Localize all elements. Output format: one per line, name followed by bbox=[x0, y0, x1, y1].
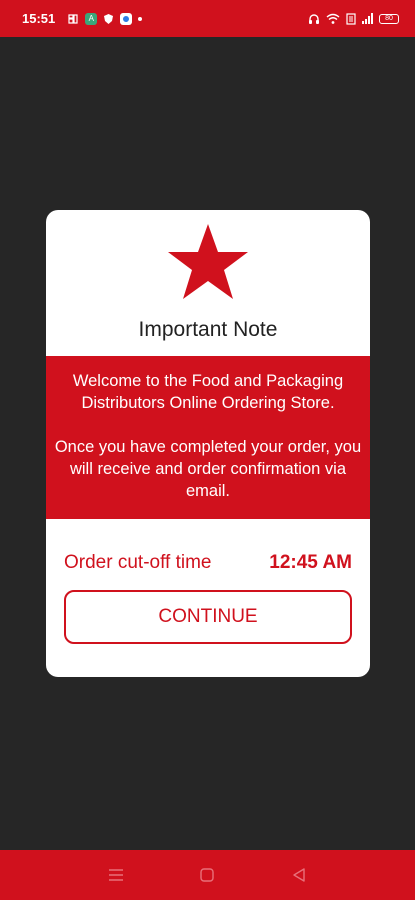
cutoff-row: Order cut-off time 12:45 AM bbox=[64, 552, 352, 574]
menu-icon[interactable] bbox=[101, 860, 131, 890]
status-time: 15:51 bbox=[22, 11, 56, 26]
back-icon[interactable] bbox=[284, 860, 314, 890]
wifi-icon bbox=[326, 13, 340, 24]
status-left: 15:51 A bbox=[22, 11, 143, 26]
navigation-bar bbox=[0, 850, 415, 900]
volte-icon bbox=[346, 12, 356, 25]
notification-shield-icon bbox=[103, 13, 114, 25]
status-right: 80 bbox=[308, 12, 399, 25]
signal-icon bbox=[362, 13, 373, 24]
home-icon[interactable] bbox=[192, 860, 222, 890]
important-note-dialog: Welcome to the Food and Packaging Distri… bbox=[46, 210, 370, 677]
notification-green-app-icon: A bbox=[85, 12, 98, 25]
battery-icon: 80 bbox=[379, 13, 399, 24]
headset-icon bbox=[308, 13, 320, 25]
welcome-message: Welcome to the Food and Packaging Distri… bbox=[72, 372, 344, 412]
star-icon bbox=[166, 222, 250, 302]
continue-button[interactable]: CONTINUE bbox=[64, 590, 352, 644]
cutoff-time: 12:45 AM bbox=[269, 552, 352, 573]
welcome-message-panel: Welcome to the Food and Packaging Distri… bbox=[46, 356, 370, 519]
status-bar: 15:51 A 80 bbox=[0, 0, 415, 37]
cutoff-label: Order cut-off time bbox=[64, 552, 212, 573]
confirmation-message: Once you have completed your order, you … bbox=[54, 438, 362, 500]
notification-blue-app-icon bbox=[120, 12, 133, 25]
dialog-title: Important Note bbox=[138, 318, 278, 341]
notification-app-icon bbox=[67, 13, 79, 25]
battery-level: 80 bbox=[385, 15, 393, 22]
more-notifications-icon bbox=[138, 16, 143, 21]
